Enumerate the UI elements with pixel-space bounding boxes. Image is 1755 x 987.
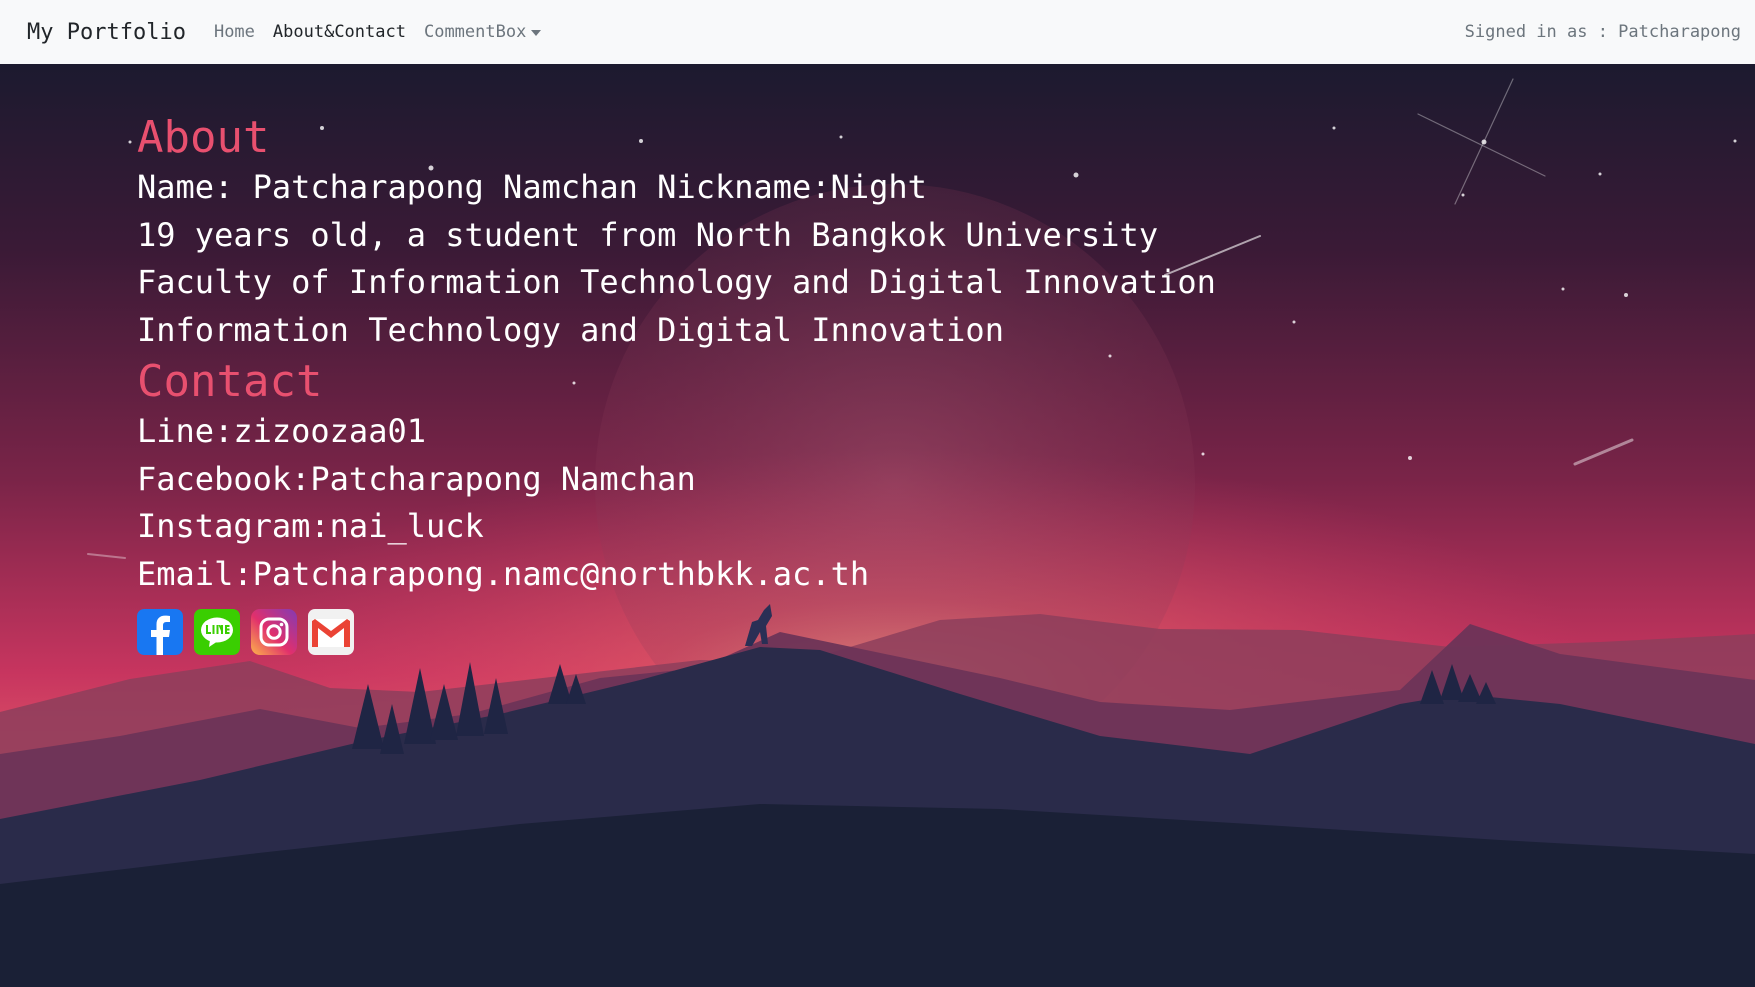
main-content: About Name: Patcharapong Namchan Nicknam… (137, 112, 1216, 655)
nav-home-link[interactable]: Home (214, 22, 255, 42)
about-faculty-line: Faculty of Information Technology and Di… (137, 263, 1216, 301)
about-age-line: 19 years old, a student from North Bangk… (137, 215, 1159, 254)
gmail-icon[interactable] (308, 609, 354, 655)
contact-heading: Contact (137, 356, 323, 407)
nav-commentbox-dropdown[interactable]: CommentBox (423, 22, 542, 42)
line-icon[interactable] (194, 609, 240, 655)
chevron-down-icon (531, 30, 542, 36)
social-icons (137, 609, 1216, 655)
nav-about-contact-link[interactable]: About&Contact (273, 22, 406, 42)
contact-facebook: Facebook:Patcharapong Namchan (137, 459, 696, 498)
about-major-line: Information Technology and Digital Innov… (137, 310, 1004, 349)
contact-email: Email:Patcharapong.namc@northbkk.ac.th (137, 554, 870, 593)
instagram-icon[interactable] (251, 609, 297, 655)
about-name-line: Name: Patcharapong Namchan Nickname:Nigh… (137, 168, 927, 206)
contact-instagram: Instagram:nai_luck (137, 507, 484, 545)
navbar: My Portfolio Home About&Contact CommentB… (0, 0, 1755, 64)
nav-commentbox-label: CommentBox (423, 22, 527, 42)
brand-link[interactable]: My Portfolio (27, 20, 186, 45)
signed-in-text: Signed in as : Patcharapong (1464, 22, 1741, 42)
contact-line-id: Line:zizoozaa01 (137, 412, 426, 450)
about-heading: About (137, 112, 270, 163)
facebook-icon[interactable] (137, 609, 183, 655)
